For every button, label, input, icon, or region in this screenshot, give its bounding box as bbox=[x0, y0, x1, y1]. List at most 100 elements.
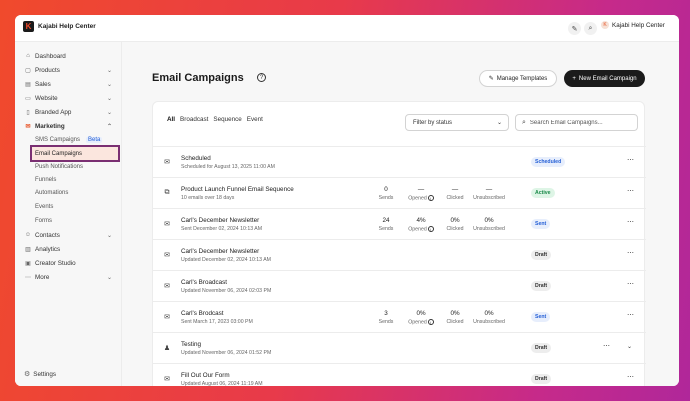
sidebar-item-label: Settings bbox=[33, 370, 57, 378]
box-icon: ▢ bbox=[25, 67, 31, 74]
brand[interactable]: K Kajabi Help Center bbox=[23, 21, 96, 32]
stat-value: — bbox=[417, 186, 425, 193]
sidebar-item-sales[interactable]: ▤ Sales ⌄ bbox=[24, 78, 116, 90]
campaign-name[interactable]: Testing bbox=[181, 341, 201, 348]
sidebar-item-label: SMS Campaigns bbox=[35, 137, 81, 143]
sidebar-sub-events[interactable]: Events bbox=[35, 201, 117, 213]
stat-value: 0% bbox=[450, 310, 460, 317]
info-icon[interactable]: i bbox=[427, 226, 434, 232]
tab-broadcast[interactable]: Broadcast bbox=[180, 116, 208, 123]
more-options-icon[interactable]: ⋯ bbox=[603, 342, 610, 350]
info-icon[interactable]: i bbox=[427, 195, 434, 201]
help-icon[interactable]: ? bbox=[257, 73, 266, 82]
app-window: K Kajabi Help Center ✎ ⌕ K Kajabi Help C… bbox=[15, 15, 679, 386]
stat-label: Opened i bbox=[403, 195, 439, 201]
sidebar-item-label: Analytics bbox=[35, 245, 61, 253]
campaign-subtitle: Sent December 02, 2024 10:13 AM bbox=[181, 226, 263, 232]
status-filter-select[interactable]: Filter by status ⌄ bbox=[405, 114, 509, 131]
stat-label-text: Sends bbox=[378, 226, 394, 232]
sidebar-item-label: Email Campaigns bbox=[35, 150, 83, 157]
more-options-icon[interactable]: ⋯ bbox=[627, 218, 634, 226]
tab-all[interactable]: All bbox=[167, 116, 175, 123]
more-options-icon[interactable]: ⋯ bbox=[627, 311, 634, 319]
sidebar: ⌂ Dashboard ▢ Products ⌄ ▤ Sales ⌄ ▭ Web… bbox=[15, 42, 122, 386]
stat-label-text: Opened bbox=[408, 319, 427, 326]
sidebar-item-products[interactable]: ▢ Products ⌄ bbox=[24, 64, 116, 76]
sidebar-item-creator-studio[interactable]: ▣ Creator Studio bbox=[24, 257, 116, 269]
stat-label: Sends bbox=[368, 319, 404, 325]
campaign-name[interactable]: Carl's December Newsletter bbox=[181, 248, 259, 255]
tab-sequence[interactable]: Sequence bbox=[213, 116, 241, 123]
campaigns-card: All Broadcast Sequence Event Filter by s… bbox=[152, 101, 646, 386]
stat-label: Unsubscribed bbox=[471, 226, 507, 232]
pencil-icon[interactable]: ✎ bbox=[568, 22, 581, 35]
chevron-down-icon: ⌄ bbox=[106, 67, 112, 74]
sidebar-item-analytics[interactable]: ▥ Analytics bbox=[24, 243, 116, 255]
stat-label: Opened i bbox=[403, 226, 439, 232]
stat-label-text: Opened bbox=[408, 195, 427, 202]
sidebar-sub-email-campaigns[interactable]: Email Campaigns bbox=[30, 145, 120, 162]
campaign-row[interactable]: ✉ Carl's December Newsletter Sent December… bbox=[153, 208, 646, 239]
site-label: Kajabi Help Center bbox=[612, 21, 665, 29]
campaign-subtitle: Updated December 02, 2024 10:13 AM bbox=[181, 257, 271, 263]
sidebar-sub-sms-campaigns[interactable]: SMS Campaigns Beta bbox=[35, 134, 117, 146]
stat-label: Opened i bbox=[403, 319, 439, 325]
more-options-icon[interactable]: ⋯ bbox=[627, 280, 634, 288]
sidebar-item-marketing[interactable]: ✉ Marketing ⌃ bbox=[24, 120, 116, 132]
sidebar-sub-forms[interactable]: Forms bbox=[35, 215, 117, 227]
sidebar-sub-funnels[interactable]: Funnels bbox=[35, 174, 117, 186]
sidebar-item-more[interactable]: ⋯ More ⌄ bbox=[24, 271, 116, 283]
campaign-name[interactable]: Carl's Broadcast bbox=[181, 279, 227, 286]
home-icon: ⌂ bbox=[26, 53, 30, 59]
stat-sends: 24 Sends bbox=[368, 217, 404, 232]
campaign-name[interactable]: Fill Out Our Form bbox=[181, 372, 230, 379]
campaign-row[interactable]: ⧉ Product Launch Funnel Email Sequence 10 … bbox=[153, 177, 646, 208]
sidebar-sub-push-notifications[interactable]: Push Notifications bbox=[35, 161, 117, 173]
campaign-name[interactable]: Product Launch Funnel Email Sequence bbox=[181, 186, 294, 193]
stat-value: — bbox=[451, 186, 459, 193]
stat-label: Clicked bbox=[437, 226, 473, 232]
campaign-name[interactable]: Carl's December Newsletter bbox=[181, 217, 259, 224]
campaign-subtitle: Updated November 06, 2024 02:03 PM bbox=[181, 288, 272, 294]
stat-label: Sends bbox=[368, 226, 404, 232]
sidebar-item-contacts[interactable]: ☺ Contacts ⌄ bbox=[24, 229, 116, 241]
campaign-row[interactable]: ✉ Fill Out Our Form Updated August 06, 202… bbox=[153, 363, 646, 386]
stat-unsubscribed: 0% Unsubscribed bbox=[471, 310, 507, 325]
mail-icon: ✉ bbox=[164, 221, 170, 228]
info-icon[interactable]: i bbox=[427, 319, 434, 325]
campaign-row[interactable]: ✉ Carl's Broadcast Updated November 06, 20… bbox=[153, 270, 646, 301]
new-email-campaign-button[interactable]: + New Email Campaign bbox=[564, 70, 645, 87]
sidebar-item-settings[interactable]: ⚙ Settings bbox=[24, 370, 57, 379]
manage-templates-button[interactable]: ✎ Manage Templates bbox=[479, 70, 557, 87]
search-input[interactable] bbox=[529, 119, 630, 126]
sidebar-item-dashboard[interactable]: ⌂ Dashboard bbox=[24, 50, 116, 62]
stat-value: — bbox=[485, 186, 493, 193]
stat-label-text: Unsubscribed bbox=[473, 226, 505, 232]
status-badge: Draft bbox=[531, 250, 552, 260]
stat-opened: 4% Opened i bbox=[403, 217, 439, 232]
more-options-icon[interactable]: ⋯ bbox=[627, 373, 634, 381]
chevron-down-icon[interactable]: ⌄ bbox=[627, 343, 632, 350]
campaign-row[interactable]: ✉ Scheduled Scheduled for August 13, 2025 … bbox=[153, 146, 646, 177]
sidebar-item-branded-app[interactable]: ▯ Branded App ⌄ bbox=[24, 106, 116, 118]
search-field[interactable]: ⌕ bbox=[515, 114, 638, 131]
campaign-name[interactable]: Scheduled bbox=[181, 155, 211, 162]
kajabi-logo-icon: K bbox=[23, 21, 34, 32]
status-badge: Sent bbox=[531, 219, 551, 229]
more-options-icon[interactable]: ⋯ bbox=[627, 156, 634, 164]
sidebar-item-label: Automations bbox=[35, 190, 69, 196]
campaign-row[interactable]: ✉ Carl's Brodcast Sent March 17, 2023 03:0… bbox=[153, 301, 646, 332]
campaign-row[interactable]: ♟ Testing Updated November 06, 2024 01:52 … bbox=[153, 332, 646, 363]
site-switcher[interactable]: K Kajabi Help Center bbox=[601, 21, 665, 29]
more-options-icon[interactable]: ⋯ bbox=[627, 249, 634, 257]
search-icon[interactable]: ⌕ bbox=[584, 22, 597, 35]
stat-clicked: — Clicked bbox=[437, 186, 473, 201]
sidebar-sub-automations[interactable]: Automations bbox=[35, 187, 117, 199]
campaign-name[interactable]: Carl's Brodcast bbox=[181, 310, 224, 317]
tab-event[interactable]: Event bbox=[247, 116, 263, 123]
sidebar-item-label: Marketing bbox=[35, 122, 65, 130]
campaign-row[interactable]: ✉ Carl's December Newsletter Updated Decem… bbox=[153, 239, 646, 270]
more-options-icon[interactable]: ⋯ bbox=[627, 187, 634, 195]
sidebar-item-website[interactable]: ▭ Website ⌄ bbox=[24, 92, 116, 104]
studio-icon: ▣ bbox=[25, 260, 31, 267]
